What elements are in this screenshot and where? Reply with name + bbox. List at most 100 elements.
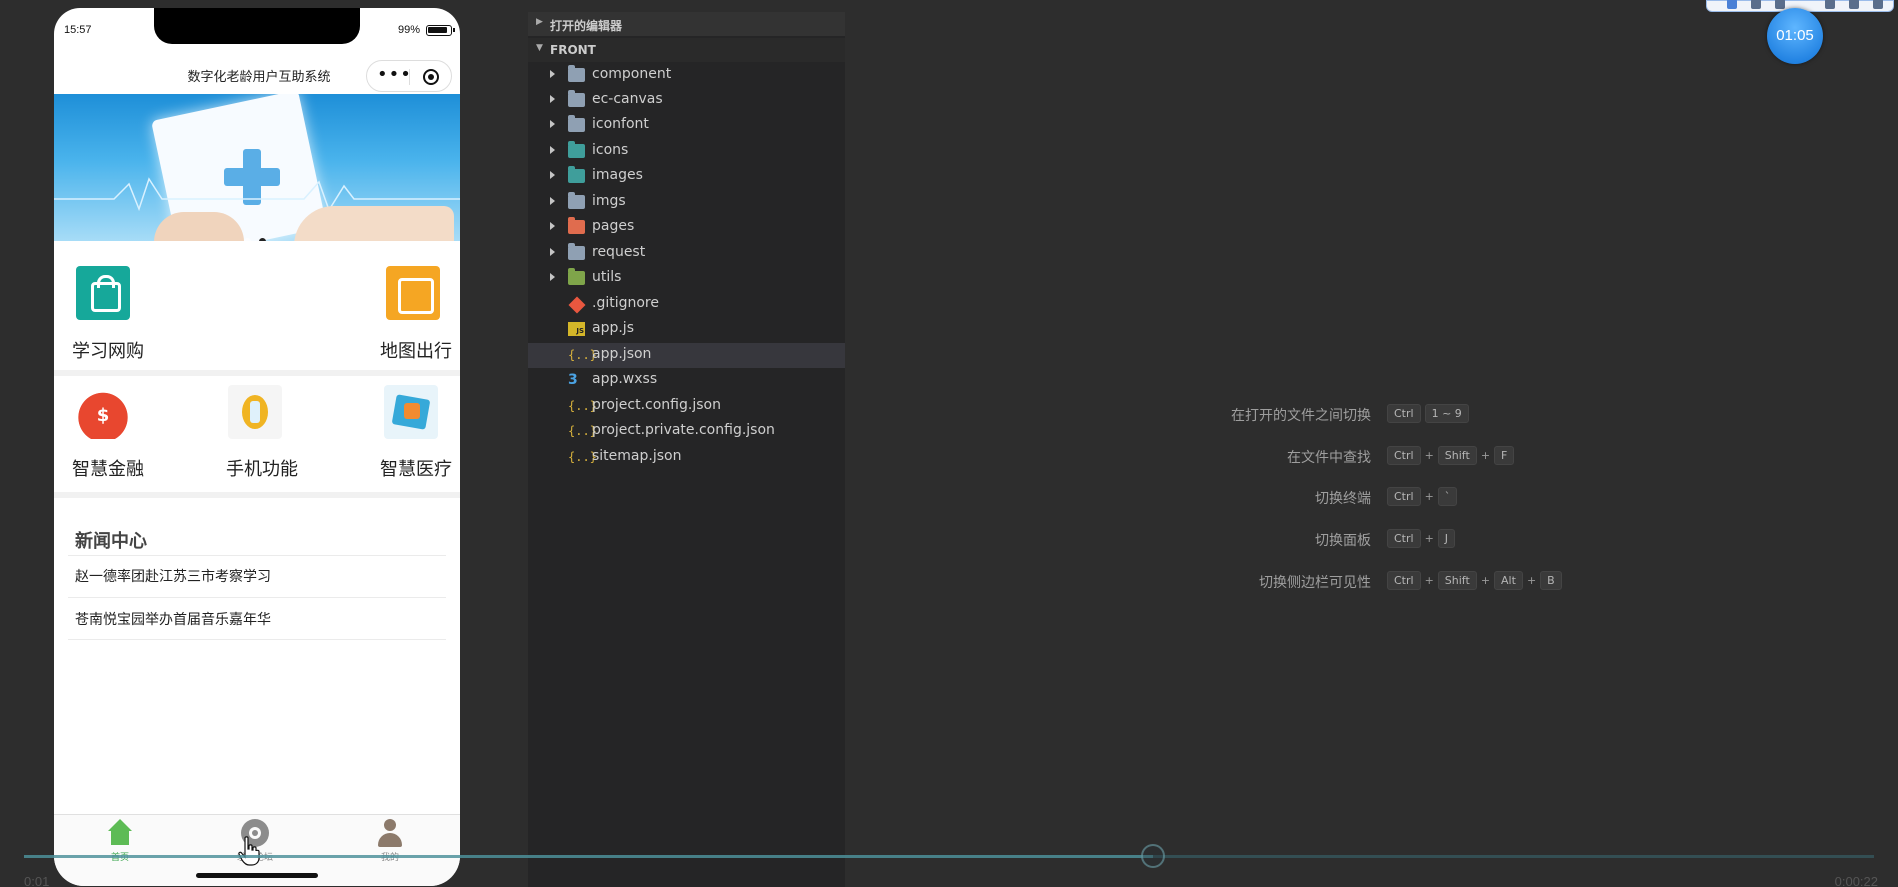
home-indicator[interactable] xyxy=(196,873,318,878)
video-time-current: 0:01 xyxy=(24,874,50,887)
toolbar-icon[interactable] xyxy=(1775,0,1785,9)
project-root-header[interactable]: ▼ FRONT xyxy=(528,38,845,62)
video-time-total: 0:00:22 xyxy=(1834,874,1878,887)
key-cap: Ctrl xyxy=(1387,571,1421,590)
medical-icon xyxy=(384,385,438,439)
tree-folder-images[interactable]: images xyxy=(528,164,845,189)
editor-area: 在打开的文件之间切换 Ctrl 1 ~ 9 在文件中查找 Ctrl + Shift + F… xyxy=(845,0,1898,887)
toolbar-icon[interactable] xyxy=(1825,0,1835,9)
tree-label: utils xyxy=(592,269,622,285)
tree-file-app-json[interactable]: {..} app.json xyxy=(528,343,845,368)
tree-label: app.json xyxy=(592,346,652,362)
tree-file-gitignore[interactable]: .gitignore xyxy=(528,292,845,317)
status-bar: 15:57 99% xyxy=(54,8,460,52)
shortcut-keys: Ctrl + Shift + Alt + B xyxy=(1387,569,1566,590)
shortcut-label: 切换侧边栏可见性 xyxy=(1259,575,1371,591)
shopping-bag-icon xyxy=(76,266,130,320)
tree-folder-pages[interactable]: pages xyxy=(528,215,845,240)
capsule-divider xyxy=(409,69,410,85)
tree-folder-icons[interactable]: icons xyxy=(528,139,845,164)
key-cap: Ctrl xyxy=(1387,529,1421,548)
chevron-right-icon xyxy=(550,273,555,281)
tree-folder-utils[interactable]: utils xyxy=(528,266,845,291)
css-file-icon: 3 xyxy=(568,372,578,388)
folder-icon xyxy=(568,115,585,132)
video-progress-handle[interactable] xyxy=(1140,844,1165,868)
open-editors-header[interactable]: ▶ 打开的编辑器 xyxy=(528,12,845,36)
tree-folder-imgs[interactable]: imgs xyxy=(528,190,845,215)
money-bag-icon xyxy=(76,385,130,439)
banner-carousel[interactable] xyxy=(54,94,460,241)
feature-label: 智慧金融 xyxy=(72,459,144,480)
js-file-icon: JS xyxy=(568,322,585,336)
chevron-down-icon: ▼ xyxy=(536,43,543,53)
phone-notch xyxy=(154,8,360,44)
shortcut-row: 在打开的文件之间切换 Ctrl 1 ~ 9 xyxy=(845,402,1898,426)
chevron-right-icon xyxy=(550,70,555,78)
carousel-dots xyxy=(244,230,274,241)
chevron-right-icon: ▶ xyxy=(536,17,543,27)
tree-label: app.js xyxy=(592,320,634,336)
feature-label: 智慧医疗 xyxy=(380,459,452,480)
key-plus: + xyxy=(1424,574,1434,587)
shortcut-row: 切换侧边栏可见性 Ctrl + Shift + Alt + B xyxy=(845,569,1898,593)
key-cap: Ctrl xyxy=(1387,446,1421,465)
file-explorer: ▶ 打开的编辑器 ▼ FRONT component ec-canvas ico… xyxy=(528,12,845,887)
phone-icon xyxy=(228,385,282,439)
more-icon[interactable]: ••• xyxy=(377,66,412,84)
toolbar-icon[interactable] xyxy=(1727,0,1737,9)
tree-file-project-private-config[interactable]: {..} project.private.config.json xyxy=(528,419,845,444)
banner-hand-left xyxy=(154,212,244,241)
news-divider xyxy=(68,555,446,556)
hand-cursor-icon xyxy=(238,836,260,866)
tree-label: icons xyxy=(592,142,629,158)
map-icon xyxy=(386,266,440,320)
tree-folder-iconfont[interactable]: iconfont xyxy=(528,113,845,138)
tree-label: pages xyxy=(592,218,635,234)
tree-file-sitemap[interactable]: {..} sitemap.json xyxy=(528,445,845,470)
tree-folder-request[interactable]: request xyxy=(528,241,845,266)
video-progress-bar[interactable] xyxy=(24,855,1874,858)
shortcut-keys: Ctrl + J xyxy=(1387,527,1459,548)
news-item[interactable]: 苍南悦宝园举办首届音乐嘉年华 xyxy=(75,609,455,629)
key-cap: ` xyxy=(1437,487,1458,506)
tree-file-project-config[interactable]: {..} project.config.json xyxy=(528,394,845,419)
tree-file-app-wxss[interactable]: 3 app.wxss xyxy=(528,368,845,393)
toolbar-icon[interactable] xyxy=(1849,0,1859,9)
json-file-icon: {..} xyxy=(568,424,597,438)
tree-folder-ec-canvas[interactable]: ec-canvas xyxy=(528,88,845,113)
battery-icon xyxy=(426,25,455,36)
pages-folder-icon xyxy=(568,217,585,234)
shortcut-label: 切换终端 xyxy=(1315,491,1371,507)
folder-icon xyxy=(568,65,585,82)
tree-folder-component[interactable]: component xyxy=(528,63,845,88)
close-target-icon[interactable] xyxy=(423,69,439,85)
row-divider xyxy=(54,492,460,498)
key-cap: B xyxy=(1540,571,1562,590)
chevron-right-icon xyxy=(550,146,555,154)
shortcut-keys: Ctrl + ` xyxy=(1387,485,1461,506)
news-item[interactable]: 赵一德率团赴江苏三市考察学习 xyxy=(75,566,455,586)
feature-item-finance[interactable]: 智慧金融 xyxy=(72,376,182,496)
shortcut-row: 切换面板 Ctrl + J xyxy=(845,527,1898,551)
shortcut-keys: Ctrl + Shift + F xyxy=(1387,444,1518,465)
news-section-title: 新闻中心 xyxy=(75,531,147,552)
phone-simulator: 15:57 99% 数字化老龄用户互助系统 ••• 学习网购 地图出行 $ 智慧… xyxy=(54,8,460,886)
toolbar-icon[interactable] xyxy=(1751,0,1761,9)
key-cap: Shift xyxy=(1437,446,1477,465)
folder-icon xyxy=(568,243,585,260)
feature-item-shopping[interactable]: 学习网购 xyxy=(72,241,182,377)
chevron-right-icon xyxy=(550,197,555,205)
tree-label: project.private.config.json xyxy=(592,422,775,438)
key-cap: Alt xyxy=(1494,571,1523,590)
feature-item-medical[interactable]: 智慧医疗 xyxy=(380,376,460,496)
news-divider xyxy=(68,639,446,640)
feature-item-phone[interactable]: 手机功能 xyxy=(226,376,336,496)
section-title: FRONT xyxy=(550,43,596,57)
tree-label: imgs xyxy=(592,193,626,209)
feature-item-map[interactable]: 地图出行 xyxy=(380,241,460,377)
toolbar-icon[interactable] xyxy=(1873,0,1883,9)
recording-timer[interactable]: 01:05 xyxy=(1767,8,1823,64)
chevron-right-icon xyxy=(550,95,555,103)
tree-file-app-js[interactable]: JS app.js xyxy=(528,317,845,342)
